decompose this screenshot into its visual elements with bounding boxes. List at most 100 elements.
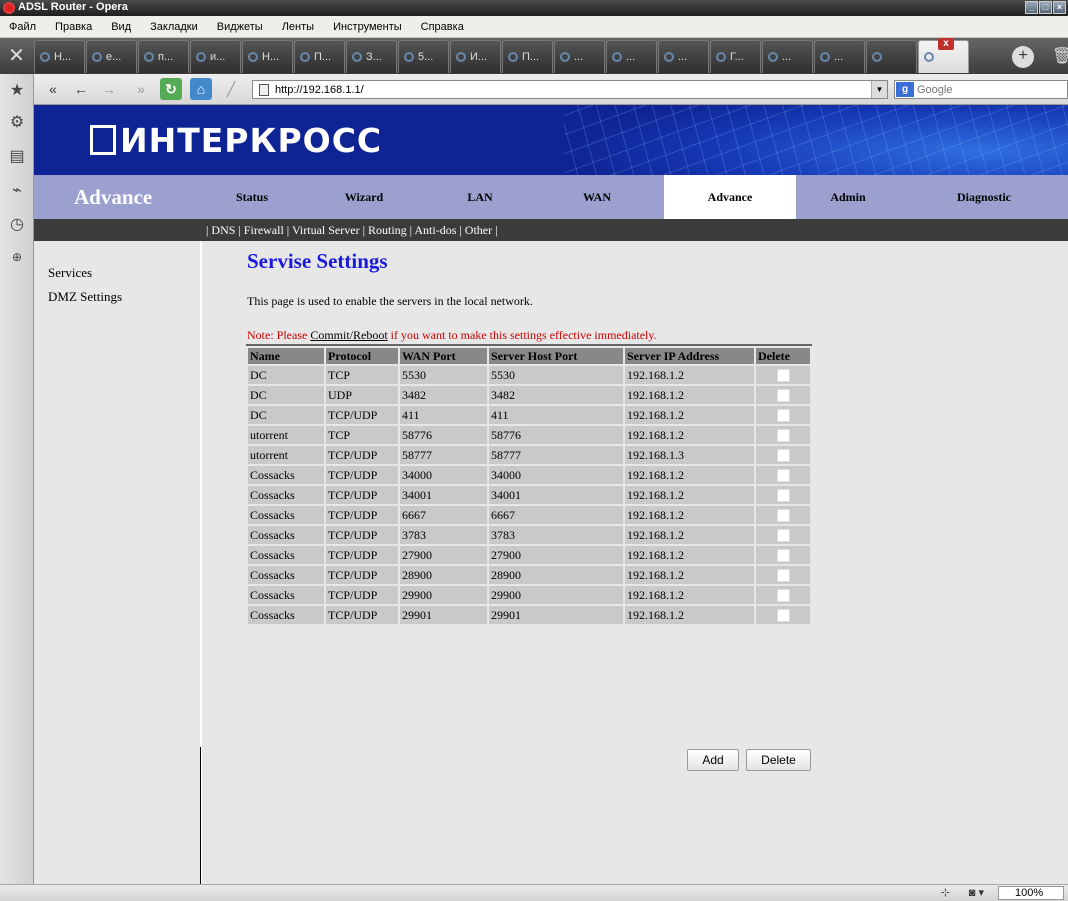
table-cell: utorrent: [248, 426, 324, 444]
rewind-icon[interactable]: «: [42, 78, 64, 100]
delete-checkbox[interactable]: [776, 429, 790, 443]
zoom-control[interactable]: 100%: [998, 886, 1064, 900]
search-input[interactable]: [917, 83, 1047, 96]
col-server-host-port: Server Host Port: [489, 348, 623, 364]
table-cell: 34000: [489, 466, 623, 484]
delete-checkbox[interactable]: [776, 589, 790, 603]
commit-reboot-link[interactable]: Commit/Reboot: [310, 328, 387, 342]
reload-icon[interactable]: ↻: [160, 78, 182, 100]
forward-icon[interactable]: →: [98, 78, 120, 100]
menu-widgets[interactable]: Виджеты: [217, 21, 263, 33]
delete-checkbox[interactable]: [776, 609, 790, 623]
notes-icon[interactable]: ▤: [0, 146, 34, 166]
nav-status[interactable]: Status: [206, 175, 298, 219]
nav-advance[interactable]: Advance: [664, 175, 796, 219]
tools-icon[interactable]: ✕: [0, 40, 33, 74]
tab-label: Н...: [262, 50, 280, 63]
browser-tab[interactable]: И...: [450, 40, 501, 73]
delete-checkbox[interactable]: [776, 389, 790, 403]
close-icon[interactable]: ×: [1053, 1, 1066, 14]
table-cell: Cossacks: [248, 606, 324, 624]
camera-icon[interactable]: ◙ ▾: [969, 886, 984, 899]
menu-edit[interactable]: Правка: [55, 21, 92, 33]
menu-file[interactable]: Файл: [9, 21, 36, 33]
tab-favicon-icon: [508, 52, 518, 62]
table-header-row: Name Protocol WAN Port Server Host Port …: [248, 348, 810, 364]
table-cell: DC: [248, 406, 324, 424]
transfers-icon[interactable]: ⌁: [0, 180, 34, 200]
browser-tab[interactable]: п...: [138, 40, 189, 73]
tab-close-icon[interactable]: x: [938, 38, 954, 50]
network-icon[interactable]: ⊹: [941, 886, 950, 899]
nav-wizard[interactable]: Wizard: [298, 175, 430, 219]
delete-button[interactable]: Delete: [746, 749, 811, 771]
sub-nav-links[interactable]: | DNS | Firewall | Virtual Server | Rout…: [206, 219, 498, 241]
browser-tab[interactable]: ...: [762, 40, 813, 73]
url-dropdown-icon[interactable]: ▼: [871, 81, 887, 98]
table-row: Cossacks TCP/UDP 29900 29900 192.168.1.2: [248, 586, 810, 604]
browser-tab[interactable]: [866, 40, 917, 73]
delete-checkbox[interactable]: [776, 449, 790, 463]
back-icon[interactable]: ←: [70, 78, 92, 100]
delete-checkbox[interactable]: [776, 529, 790, 543]
add-button[interactable]: Add: [687, 749, 739, 771]
maximize-icon[interactable]: □: [1039, 1, 1052, 14]
browser-tab[interactable]: Н...: [34, 40, 85, 73]
tab-favicon-icon: [924, 52, 934, 62]
url-text[interactable]: http://192.168.1.1/: [275, 84, 364, 96]
widgets-gear-icon[interactable]: ⚙: [0, 112, 34, 132]
browser-tab[interactable]: ...: [658, 40, 709, 73]
table-cell: 192.168.1.2: [625, 366, 754, 384]
browser-tab[interactable]: 5...: [398, 40, 449, 73]
menu-feeds[interactable]: Ленты: [282, 21, 314, 33]
menu-help[interactable]: Справка: [421, 21, 464, 33]
browser-tab[interactable]: Н...: [242, 40, 293, 73]
delete-checkbox[interactable]: [776, 409, 790, 423]
fast-forward-icon[interactable]: »: [130, 78, 152, 100]
browser-tab[interactable]: и...: [190, 40, 241, 73]
browser-tab[interactable]: e...: [86, 40, 137, 73]
url-field[interactable]: http://192.168.1.1/ ▼: [252, 80, 888, 99]
menu-tools[interactable]: Инструменты: [333, 21, 402, 33]
history-clock-icon[interactable]: ◷: [0, 214, 34, 234]
table-cell: 28900: [489, 566, 623, 584]
browser-tab[interactable]: ...: [814, 40, 865, 73]
delete-checkbox[interactable]: [776, 469, 790, 483]
browser-tab[interactable]: Г...: [710, 40, 761, 73]
col-server-ip: Server IP Address: [625, 348, 754, 364]
minimize-icon[interactable]: _: [1025, 1, 1038, 14]
sub-nav: | DNS | Firewall | Virtual Server | Rout…: [34, 219, 1068, 241]
status-bar: ⊹ ◙ ▾ 100%: [0, 884, 1068, 901]
browser-tab[interactable]: ...: [606, 40, 657, 73]
delete-checkbox[interactable]: [776, 569, 790, 583]
delete-checkbox[interactable]: [776, 369, 790, 383]
menu-view[interactable]: Вид: [111, 21, 131, 33]
add-panel-icon[interactable]: ⊕: [0, 250, 34, 264]
tab-label: ...: [574, 50, 584, 63]
delete-checkbox[interactable]: [776, 549, 790, 563]
home-icon[interactable]: ⌂: [190, 78, 212, 100]
nav-admin[interactable]: Admin: [796, 175, 900, 219]
sidebar-item-dmz[interactable]: DMZ Settings: [48, 289, 122, 305]
edit-icon[interactable]: ╱: [220, 78, 242, 100]
nav-wan[interactable]: WAN: [530, 175, 664, 219]
google-icon[interactable]: g: [896, 82, 914, 97]
browser-tab[interactable]: П...: [502, 40, 553, 73]
browser-tab[interactable]: П...: [294, 40, 345, 73]
table-cell: 3783: [489, 526, 623, 544]
delete-checkbox[interactable]: [776, 509, 790, 523]
trash-icon[interactable]: 🗑: [1052, 46, 1068, 66]
delete-checkbox[interactable]: [776, 489, 790, 503]
nav-lan[interactable]: LAN: [430, 175, 530, 219]
new-tab-icon[interactable]: +: [1012, 46, 1034, 68]
search-field[interactable]: g: [894, 80, 1068, 99]
browser-tab[interactable]: З...: [346, 40, 397, 73]
tab-label: e...: [106, 50, 122, 63]
main-content: Servise Settings This page is used to en…: [246, 241, 1047, 881]
bookmarks-star-icon[interactable]: ★: [0, 80, 34, 100]
browser-tab[interactable]: ...: [554, 40, 605, 73]
sidebar-item-services[interactable]: Services: [48, 265, 92, 281]
menu-bookmarks[interactable]: Закладки: [150, 21, 198, 33]
delete-cell: [756, 466, 810, 484]
nav-diagnostic[interactable]: Diagnostic: [900, 175, 1068, 219]
